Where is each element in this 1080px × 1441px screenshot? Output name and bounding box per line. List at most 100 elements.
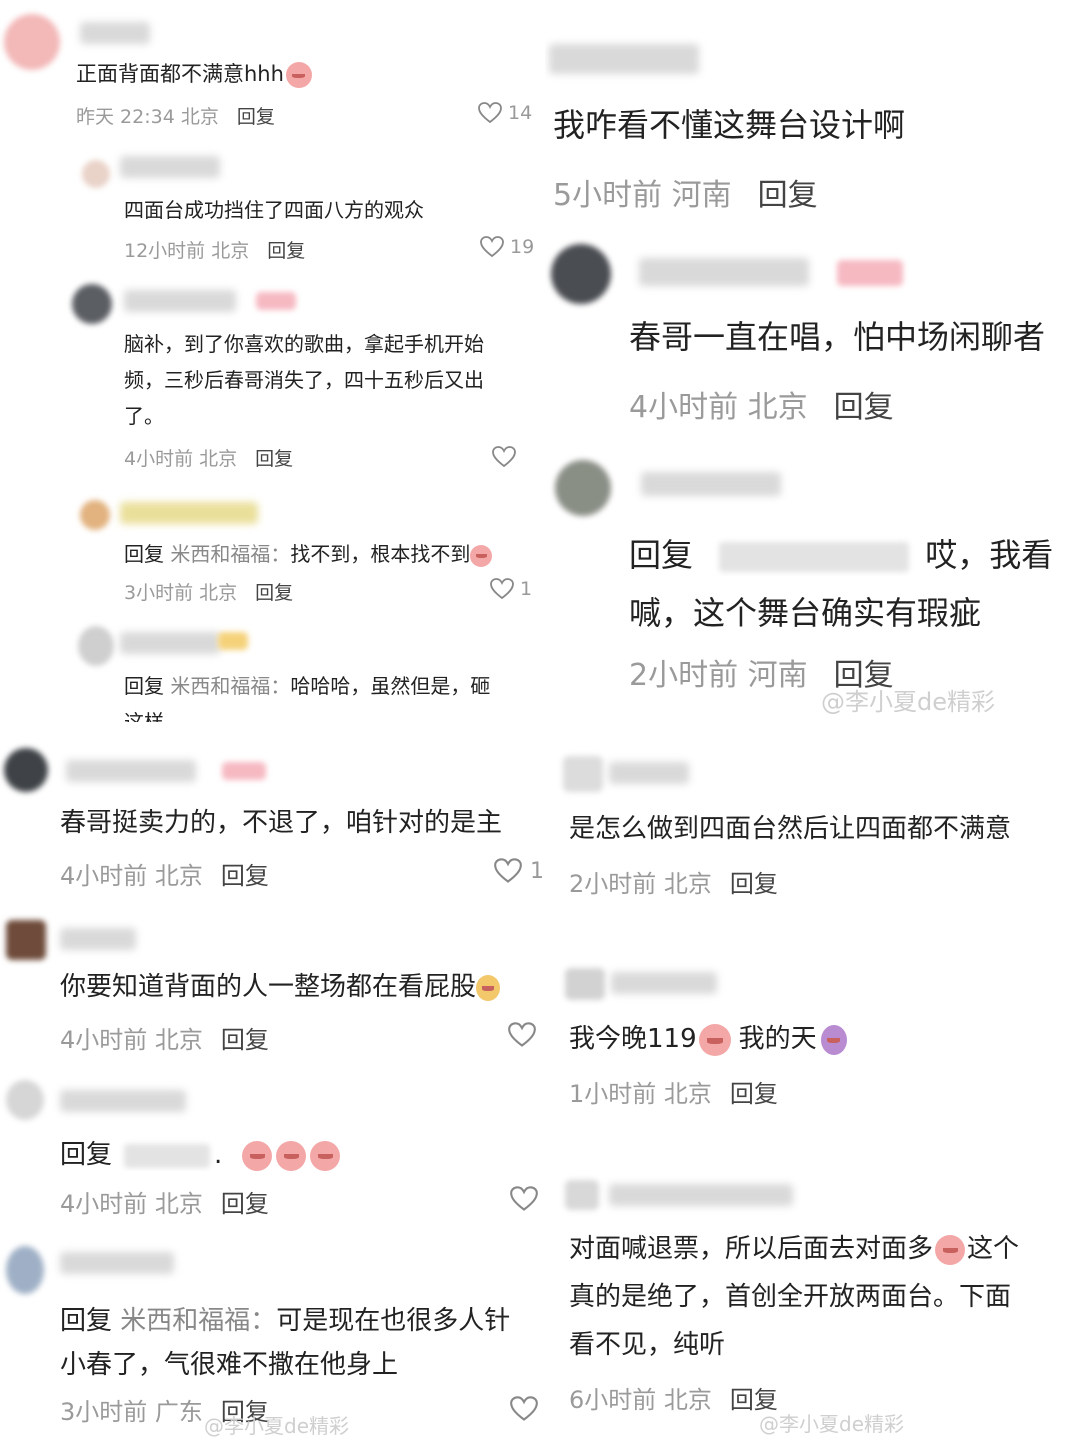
panel-top-left: 正面背面都不满意hhh 昨天 22:34 北京 回复 14 四面台成功挡住了四面八… [0, 0, 545, 722]
reply-button[interactable]: 回复 [255, 448, 293, 470]
like-button[interactable] [508, 1022, 536, 1048]
like-button[interactable] [510, 1396, 538, 1422]
comment-time: 2小时前 北京 [569, 870, 712, 898]
reply-button[interactable]: 回复 [758, 178, 818, 213]
avatar[interactable] [80, 500, 110, 530]
reply-button[interactable]: 回复 [255, 582, 293, 604]
avatar[interactable] [565, 968, 605, 1000]
blurred-username[interactable] [60, 1252, 174, 1274]
reply-button[interactable]: 回复 [730, 1080, 778, 1108]
blurred-username[interactable] [609, 1184, 793, 1206]
blurred-username[interactable] [120, 502, 258, 524]
comment-body: 可是现在也很多人针 [276, 1306, 511, 1336]
blurred-username[interactable] [60, 928, 136, 950]
comment-text-line: 了。 [124, 404, 164, 428]
blurred-username[interactable] [719, 542, 910, 572]
blurred-username[interactable] [120, 156, 220, 178]
crying-emoji-icon [310, 1140, 341, 1171]
blurred-username[interactable] [124, 290, 236, 312]
like-button[interactable]: 14 [478, 102, 532, 124]
comment-time: 3小时前 北京 [124, 582, 238, 604]
comment-meta: 6小时前 北京 回复 [569, 1380, 778, 1415]
like-button[interactable]: 1 [494, 858, 544, 884]
heart-icon [510, 1396, 538, 1421]
comment-body: 哈哈哈，虽然但是，砸 [290, 674, 491, 698]
like-button[interactable]: 19 [480, 236, 534, 258]
blurred-username[interactable] [611, 972, 717, 994]
blurred-badge [218, 632, 248, 650]
comment-meta: 4小时前 北京 回复 [124, 444, 293, 471]
reply-button[interactable]: 回复 [730, 870, 778, 898]
comment-meta: 2小时前 北京 回复 [569, 864, 778, 899]
avatar[interactable] [4, 748, 48, 792]
watermark: @李小夏de精彩 [821, 688, 995, 716]
blurred-username[interactable] [66, 760, 196, 782]
blurred-username[interactable] [609, 762, 689, 784]
avatar[interactable] [72, 284, 112, 324]
mention-link[interactable]: 米西和福福： [170, 674, 290, 698]
avatar[interactable] [6, 1246, 44, 1294]
mention-link[interactable]: 米西和福福： [120, 1306, 276, 1336]
comment-text: 我咋看不懂这舞台设计啊 [553, 106, 906, 144]
comment-text-line: 频，三秒后春哥消失了，四十五秒后又出 [124, 368, 484, 392]
avatar[interactable] [551, 244, 611, 304]
comment-time: 2小时前 河南 [629, 658, 808, 693]
reply-button[interactable]: 回复 [237, 106, 275, 128]
comment-meta: 3小时前 北京 回复 [124, 578, 293, 605]
blurred-username[interactable] [60, 1090, 186, 1112]
reply-prefix: 回复 [124, 674, 164, 698]
comment-time: 4小时前 北京 [60, 1190, 203, 1218]
panel-bottom-left: 春哥挺卖力的，不退了，咱针对的是主 4小时前 北京 回复 1 你要知道背面的人一整… [0, 740, 545, 1441]
blurred-badge [222, 762, 266, 780]
avatar[interactable] [6, 920, 46, 960]
like-count: 1 [530, 858, 544, 884]
reply-button[interactable]: 回复 [221, 862, 269, 890]
like-button[interactable]: 1 [490, 578, 532, 600]
comment-meta: 4小时前 北京 回复 [629, 382, 894, 426]
crying-emoji-icon [242, 1140, 273, 1171]
avatar[interactable] [6, 1080, 44, 1120]
like-button[interactable] [510, 1186, 538, 1212]
comment-meta: 4小时前 北京 回复 [60, 1020, 269, 1055]
blurred-username[interactable] [124, 1143, 211, 1168]
avatar[interactable] [78, 626, 114, 666]
mention-link[interactable]: 米西和福福： [170, 542, 290, 566]
panel-bottom-right: 是怎么做到四面台然后让四面都不满意 2小时前 北京 回复 我今晚119 我的天 1小… [545, 740, 1080, 1441]
blurred-username[interactable] [641, 472, 781, 496]
heart-icon [508, 1022, 536, 1047]
comment-text: 你要知道背面的人一整场都在看屁股 [60, 966, 542, 1003]
avatar[interactable] [82, 160, 110, 188]
blurred-username[interactable] [80, 22, 150, 44]
reply-button[interactable]: 回复 [221, 1026, 269, 1054]
blurred-username[interactable] [639, 258, 809, 286]
avatar[interactable] [4, 14, 60, 70]
comment-meta: 4小时前 北京 回复 [60, 856, 269, 891]
comment-meta: 1小时前 北京 回复 [569, 1074, 778, 1109]
comment-text-line: 真的是绝了，首创全开放两面台。下面 [569, 1282, 1012, 1312]
comment-body: 找不到，根本找不到 [290, 542, 471, 566]
reply-button[interactable]: 回复 [267, 240, 305, 262]
comment-text: 回复 哎，我看 [629, 530, 1080, 576]
comment-text: 回复. [60, 1134, 341, 1171]
comment-text: 正面背面都不满意hhh [76, 58, 312, 88]
watermark: @李小夏de精彩 [204, 1414, 349, 1438]
comment-text: 是怎么做到四面台然后让四面都不满意 [569, 814, 1012, 844]
avatar[interactable] [565, 1180, 599, 1210]
comment-text: 对面喊退票，所以后面去对面多 这个 [569, 1234, 1020, 1265]
heart-icon [490, 578, 514, 600]
blurred-username[interactable] [549, 44, 699, 74]
blurred-username[interactable] [120, 632, 220, 654]
reply-prefix: 回复 [124, 542, 164, 566]
like-button[interactable] [492, 446, 516, 468]
avatar[interactable] [563, 756, 603, 792]
reply-button[interactable]: 回复 [221, 1190, 269, 1218]
crying-emoji-icon [285, 62, 312, 88]
reply-button[interactable]: 回复 [834, 390, 894, 425]
comment-time: 4小时前 北京 [124, 448, 238, 470]
avatar[interactable] [555, 460, 611, 516]
comment-time: 昨天 22:34 北京 [76, 106, 219, 128]
crying-emoji-icon [276, 1140, 307, 1171]
comment-meta: 5小时前 河南 回复 [553, 170, 818, 214]
comment-text: 春哥挺卖力的，不退了，咱针对的是主 [60, 808, 503, 838]
heart-icon [480, 236, 504, 258]
